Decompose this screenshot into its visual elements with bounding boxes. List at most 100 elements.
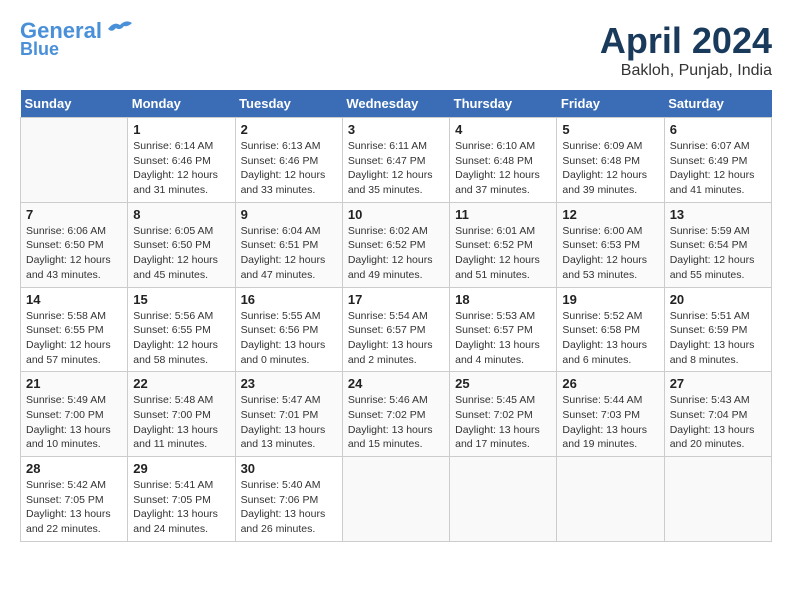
calendar-cell: 14 Sunrise: 5:58 AMSunset: 6:55 PMDayligh…: [21, 287, 128, 372]
day-number: 3: [348, 122, 444, 137]
calendar-cell: 5Sunrise: 6:09 AMSunset: 6:48 PMDaylight…: [557, 118, 664, 203]
day-info: Sunrise: 5:45 AMSunset: 7:02 PMDaylight:…: [455, 393, 551, 452]
weekday-header-saturday: Saturday: [664, 90, 771, 118]
day-info: Sunrise: 6:06 AMSunset: 6:50 PMDaylight:…: [26, 224, 122, 283]
logo-blue: Blue: [20, 40, 59, 58]
calendar-cell: 17Sunrise: 5:54 AMSunset: 6:57 PMDayligh…: [342, 287, 449, 372]
day-info: Sunrise: 5:54 AMSunset: 6:57 PMDaylight:…: [348, 309, 444, 368]
calendar-body: 1 Sunrise: 6:14 AMSunset: 6:46 PMDaylight…: [21, 118, 772, 542]
day-number: 6: [670, 122, 766, 137]
day-info: Sunrise: 6:00 AMSunset: 6:53 PMDaylight:…: [562, 224, 658, 283]
day-number: 22: [133, 376, 229, 391]
calendar-cell: 29 Sunrise: 5:41 AMSunset: 7:05 PMDayligh…: [128, 457, 235, 542]
day-info: Sunrise: 5:44 AMSunset: 7:03 PMDaylight:…: [562, 393, 658, 452]
day-info: Sunrise: 6:14 AMSunset: 6:46 PMDaylight:…: [133, 139, 229, 198]
calendar-cell: 13 Sunrise: 5:59 AMSunset: 6:54 PMDayligh…: [664, 202, 771, 287]
calendar-cell: 24Sunrise: 5:46 AMSunset: 7:02 PMDayligh…: [342, 372, 449, 457]
calendar-cell: 30 Sunrise: 5:40 AMSunset: 7:06 PMDayligh…: [235, 457, 342, 542]
calendar-cell: 22 Sunrise: 5:48 AMSunset: 7:00 PMDayligh…: [128, 372, 235, 457]
calendar-cell: 1 Sunrise: 6:14 AMSunset: 6:46 PMDaylight…: [128, 118, 235, 203]
day-info: Sunrise: 5:59 AMSunset: 6:54 PMDaylight:…: [670, 224, 766, 283]
calendar-cell: 9 Sunrise: 6:04 AMSunset: 6:51 PMDaylight…: [235, 202, 342, 287]
day-info: Sunrise: 5:53 AMSunset: 6:57 PMDaylight:…: [455, 309, 551, 368]
calendar-cell: [342, 457, 449, 542]
day-info: Sunrise: 6:09 AMSunset: 6:48 PMDaylight:…: [562, 139, 658, 198]
calendar-cell: 10Sunrise: 6:02 AMSunset: 6:52 PMDayligh…: [342, 202, 449, 287]
day-info: Sunrise: 6:07 AMSunset: 6:49 PMDaylight:…: [670, 139, 766, 198]
day-info: Sunrise: 6:10 AMSunset: 6:48 PMDaylight:…: [455, 139, 551, 198]
calendar-cell: [557, 457, 664, 542]
day-info: Sunrise: 5:40 AMSunset: 7:06 PMDaylight:…: [241, 478, 337, 537]
calendar-week-2: 7Sunrise: 6:06 AMSunset: 6:50 PMDaylight…: [21, 202, 772, 287]
calendar-week-3: 14 Sunrise: 5:58 AMSunset: 6:55 PMDayligh…: [21, 287, 772, 372]
weekday-header-monday: Monday: [128, 90, 235, 118]
day-number: 15: [133, 292, 229, 307]
day-number: 27: [670, 376, 766, 391]
calendar-cell: 11 Sunrise: 6:01 AMSunset: 6:52 PMDayligh…: [450, 202, 557, 287]
day-number: 1: [133, 122, 229, 137]
day-number: 9: [241, 207, 337, 222]
weekday-header-tuesday: Tuesday: [235, 90, 342, 118]
calendar-cell: [21, 118, 128, 203]
page-header: General Blue April 2024 Bakloh, Punjab, …: [20, 20, 772, 80]
calendar-cell: 18Sunrise: 5:53 AMSunset: 6:57 PMDayligh…: [450, 287, 557, 372]
title-area: April 2024 Bakloh, Punjab, India: [600, 20, 772, 80]
calendar-cell: 25Sunrise: 5:45 AMSunset: 7:02 PMDayligh…: [450, 372, 557, 457]
day-number: 26: [562, 376, 658, 391]
day-info: Sunrise: 6:04 AMSunset: 6:51 PMDaylight:…: [241, 224, 337, 283]
calendar-table: SundayMondayTuesdayWednesdayThursdayFrid…: [20, 90, 772, 542]
calendar-cell: [450, 457, 557, 542]
calendar-week-5: 28Sunrise: 5:42 AMSunset: 7:05 PMDayligh…: [21, 457, 772, 542]
day-number: 10: [348, 207, 444, 222]
day-number: 14: [26, 292, 122, 307]
calendar-cell: 4 Sunrise: 6:10 AMSunset: 6:48 PMDaylight…: [450, 118, 557, 203]
day-info: Sunrise: 5:42 AMSunset: 7:05 PMDaylight:…: [26, 478, 122, 537]
day-number: 12: [562, 207, 658, 222]
day-number: 19: [562, 292, 658, 307]
weekday-header-row: SundayMondayTuesdayWednesdayThursdayFrid…: [21, 90, 772, 118]
day-info: Sunrise: 5:47 AMSunset: 7:01 PMDaylight:…: [241, 393, 337, 452]
day-info: Sunrise: 5:49 AMSunset: 7:00 PMDaylight:…: [26, 393, 122, 452]
calendar-cell: 23 Sunrise: 5:47 AMSunset: 7:01 PMDayligh…: [235, 372, 342, 457]
weekday-header-friday: Friday: [557, 90, 664, 118]
weekday-header-wednesday: Wednesday: [342, 90, 449, 118]
day-number: 24: [348, 376, 444, 391]
logo: General Blue: [20, 20, 134, 58]
calendar-cell: 2Sunrise: 6:13 AMSunset: 6:46 PMDaylight…: [235, 118, 342, 203]
day-info: Sunrise: 5:52 AMSunset: 6:58 PMDaylight:…: [562, 309, 658, 368]
day-info: Sunrise: 6:05 AMSunset: 6:50 PMDaylight:…: [133, 224, 229, 283]
day-number: 23: [241, 376, 337, 391]
day-info: Sunrise: 5:55 AMSunset: 6:56 PMDaylight:…: [241, 309, 337, 368]
day-number: 13: [670, 207, 766, 222]
day-info: Sunrise: 6:01 AMSunset: 6:52 PMDaylight:…: [455, 224, 551, 283]
day-info: Sunrise: 5:58 AMSunset: 6:55 PMDaylight:…: [26, 309, 122, 368]
calendar-cell: 28Sunrise: 5:42 AMSunset: 7:05 PMDayligh…: [21, 457, 128, 542]
calendar-cell: 16Sunrise: 5:55 AMSunset: 6:56 PMDayligh…: [235, 287, 342, 372]
day-info: Sunrise: 6:11 AMSunset: 6:47 PMDaylight:…: [348, 139, 444, 198]
day-number: 2: [241, 122, 337, 137]
day-info: Sunrise: 5:51 AMSunset: 6:59 PMDaylight:…: [670, 309, 766, 368]
location: Bakloh, Punjab, India: [600, 62, 772, 80]
calendar-cell: 19 Sunrise: 5:52 AMSunset: 6:58 PMDayligh…: [557, 287, 664, 372]
calendar-cell: 15 Sunrise: 5:56 AMSunset: 6:55 PMDayligh…: [128, 287, 235, 372]
day-number: 4: [455, 122, 551, 137]
day-number: 30: [241, 461, 337, 476]
day-info: Sunrise: 5:43 AMSunset: 7:04 PMDaylight:…: [670, 393, 766, 452]
calendar-cell: 3 Sunrise: 6:11 AMSunset: 6:47 PMDaylight…: [342, 118, 449, 203]
calendar-cell: 8 Sunrise: 6:05 AMSunset: 6:50 PMDaylight…: [128, 202, 235, 287]
calendar-cell: 7Sunrise: 6:06 AMSunset: 6:50 PMDaylight…: [21, 202, 128, 287]
month-title: April 2024: [600, 20, 772, 62]
day-number: 11: [455, 207, 551, 222]
day-number: 20: [670, 292, 766, 307]
day-number: 29: [133, 461, 229, 476]
calendar-cell: [664, 457, 771, 542]
day-number: 21: [26, 376, 122, 391]
calendar-cell: 26 Sunrise: 5:44 AMSunset: 7:03 PMDayligh…: [557, 372, 664, 457]
day-info: Sunrise: 5:56 AMSunset: 6:55 PMDaylight:…: [133, 309, 229, 368]
calendar-cell: 21 Sunrise: 5:49 AMSunset: 7:00 PMDayligh…: [21, 372, 128, 457]
day-info: Sunrise: 5:48 AMSunset: 7:00 PMDaylight:…: [133, 393, 229, 452]
day-info: Sunrise: 5:41 AMSunset: 7:05 PMDaylight:…: [133, 478, 229, 537]
calendar-cell: 6 Sunrise: 6:07 AMSunset: 6:49 PMDaylight…: [664, 118, 771, 203]
day-number: 8: [133, 207, 229, 222]
calendar-cell: 12 Sunrise: 6:00 AMSunset: 6:53 PMDayligh…: [557, 202, 664, 287]
